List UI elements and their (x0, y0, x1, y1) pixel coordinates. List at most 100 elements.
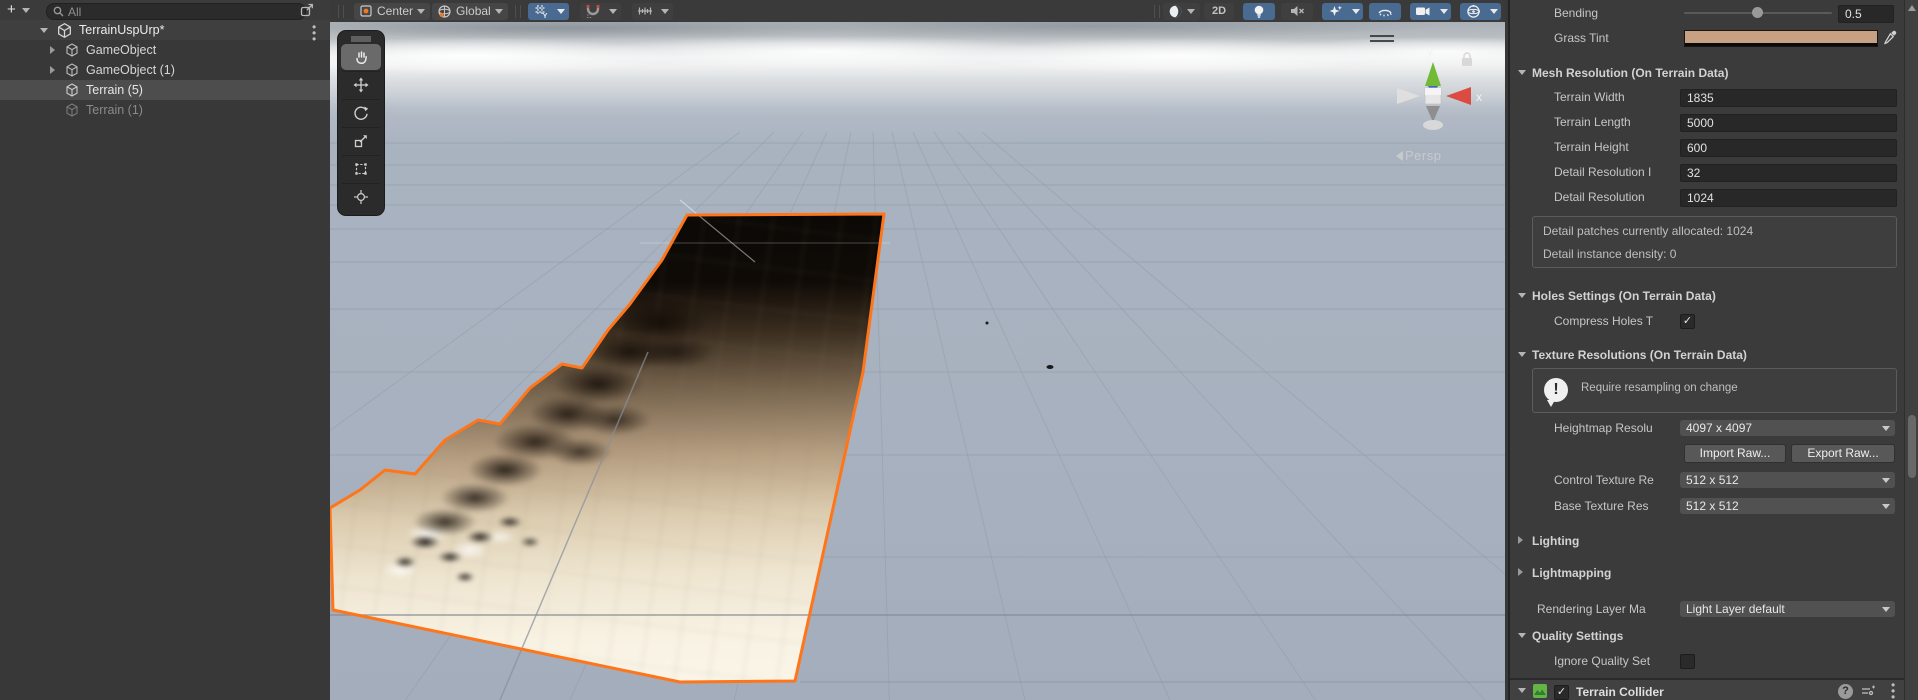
quality-settings-section[interactable]: Quality Settings (1510, 627, 1906, 645)
ignore-quality-checkbox[interactable] (1680, 654, 1695, 669)
snap-increment-dropdown[interactable] (657, 2, 673, 20)
scene-viewport[interactable]: y x Persp (330, 22, 1505, 700)
bending-slider-handle[interactable] (1752, 7, 1763, 18)
dropdown-value: Light Layer default (1686, 602, 1785, 616)
rendering-layer-dropdown[interactable]: Light Layer default (1680, 601, 1895, 617)
scene-row[interactable]: TerrainUspUrp* • • • (0, 20, 330, 45)
section-title: Holes Settings (On Terrain Data) (1532, 289, 1716, 303)
snap-toggle[interactable] (579, 2, 606, 20)
projection-mode-button[interactable]: Persp (1396, 148, 1441, 163)
foldout-icon[interactable] (50, 66, 55, 74)
transform-icon (354, 190, 368, 204)
foldout-closed-icon[interactable] (1518, 536, 1523, 544)
foldout-open-icon[interactable] (1518, 70, 1526, 75)
camera-settings-button[interactable] (1410, 2, 1436, 20)
control-texture-dropdown[interactable]: 512 x 512 (1680, 472, 1895, 488)
scene-visibility-toggle[interactable] (1369, 2, 1401, 20)
create-object-dropdown-icon[interactable] (22, 8, 30, 13)
scene-lighting-toggle[interactable] (1243, 2, 1275, 20)
eyedropper-icon[interactable] (1882, 29, 1898, 46)
compress-holes-checkbox[interactable]: ✓ (1680, 314, 1695, 329)
transform-tool-button[interactable] (341, 184, 381, 210)
field-label: Heightmap Resolu (1554, 421, 1653, 435)
lightmapping-section[interactable]: Lightmapping (1510, 564, 1906, 582)
help-icon[interactable]: ? (1838, 684, 1853, 699)
terrain-length-field[interactable]: 5000 (1680, 114, 1897, 132)
foldout-open-icon[interactable] (1518, 293, 1526, 298)
scene-foldout-icon[interactable] (40, 27, 48, 33)
effects-toggle[interactable] (1322, 2, 1348, 20)
component-enabled-checkbox[interactable]: ✓ (1554, 685, 1569, 700)
lighting-section[interactable]: Lighting (1510, 532, 1906, 550)
tool-handle-rotation-button[interactable]: Global (432, 2, 508, 20)
detail-resolution-field[interactable]: 1024 (1680, 189, 1897, 207)
presets-icon[interactable] (1860, 684, 1875, 699)
light-bulb-icon (1254, 5, 1264, 18)
component-kebab-icon[interactable]: • • • (1891, 679, 1895, 700)
move-icon (353, 77, 369, 93)
foldout-icon[interactable] (50, 46, 55, 54)
field-label: Terrain Length (1554, 115, 1631, 129)
field-label: Terrain Height (1554, 140, 1629, 154)
grass-tint-row: Grass Tint (1510, 29, 1906, 47)
terrain-height-field[interactable]: 600 (1680, 139, 1897, 157)
detail-info-box: Detail patches currently allocated: 1024… (1532, 216, 1897, 268)
scroll-up-arrow-icon[interactable] (1908, 5, 1916, 11)
item-label: Terrain (5) (86, 83, 143, 97)
audio-mute-toggle[interactable] (1281, 2, 1313, 20)
shading-mode-button[interactable] (1163, 2, 1200, 20)
svg-text:Y: Y (542, 11, 547, 19)
control-texture-row: Control Texture Re 512 x 512 (1510, 471, 1906, 489)
scrollbar-thumb[interactable] (1908, 415, 1916, 478)
grid-dropdown[interactable] (553, 2, 569, 20)
detail-resolution-per-patch-field[interactable]: 32 (1680, 164, 1897, 182)
grid-visibility-toggle[interactable]: Y (527, 2, 554, 20)
camera-dropdown[interactable] (1436, 2, 1451, 20)
effects-dropdown[interactable] (1348, 2, 1363, 20)
detail-density-text: Detail instance density: 0 (1543, 247, 1677, 261)
scale-icon (354, 135, 367, 148)
base-texture-dropdown[interactable]: 512 x 512 (1680, 498, 1895, 514)
gizmos-toggle[interactable] (1460, 2, 1486, 20)
bending-value-field[interactable]: 0.5 (1838, 5, 1894, 23)
grid-axis-icon: Y (535, 5, 547, 19)
field-label: Control Texture Re (1554, 473, 1654, 487)
view-2d-toggle[interactable]: 2D (1204, 2, 1234, 20)
snap-dropdown[interactable] (605, 2, 621, 20)
foldout-open-icon[interactable] (1518, 688, 1526, 693)
foldout-closed-icon[interactable] (1518, 568, 1523, 576)
hierarchy-item-terrain-5-selected[interactable]: Terrain (5) (0, 80, 330, 100)
export-raw-button[interactable]: Export Raw... (1791, 444, 1895, 463)
grass-tint-swatch[interactable] (1684, 30, 1878, 47)
rect-tool-button[interactable] (341, 156, 381, 182)
hierarchy-item-gameobject-1[interactable]: GameObject (1) (0, 60, 330, 80)
overlay-drag-handle[interactable] (351, 36, 371, 42)
heightmap-resolution-row: Heightmap Resolu 4097 x 4097 (1510, 419, 1906, 437)
gizmos-dropdown[interactable] (1486, 2, 1501, 20)
scale-tool-button[interactable] (341, 128, 381, 154)
hierarchy-item-gameobject[interactable]: GameObject (0, 40, 330, 60)
overlay-menu-handle[interactable] (1370, 35, 1394, 42)
terrain-width-field[interactable]: 1835 (1680, 89, 1897, 107)
hierarchy-item-terrain-1-inactive[interactable]: Terrain (1) (0, 100, 330, 120)
tool-handle-pivot-button[interactable]: Center (354, 2, 431, 20)
base-texture-row: Base Texture Res 512 x 512 (1510, 497, 1906, 515)
rotate-tool-button[interactable] (341, 100, 381, 126)
foldout-open-icon[interactable] (1518, 352, 1526, 357)
heightmap-resolution-dropdown[interactable]: 4097 x 4097 (1680, 420, 1895, 436)
texture-resolutions-section[interactable]: Texture Resolutions (On Terrain Data) (1510, 346, 1906, 364)
create-object-button[interactable]: + (7, 1, 16, 18)
holes-settings-section[interactable]: Holes Settings (On Terrain Data) (1510, 287, 1906, 305)
move-tool-button[interactable] (341, 72, 381, 98)
detail-resolution-per-patch-row: Detail Resolution I 32 (1510, 163, 1906, 182)
mesh-resolution-section[interactable]: Mesh Resolution (On Terrain Data) (1510, 64, 1906, 82)
terrain-collider-header[interactable]: ✓ Terrain Collider ? • • • (1510, 678, 1906, 700)
foldout-open-icon[interactable] (1518, 633, 1526, 638)
snap-increment-button[interactable] (631, 2, 658, 20)
pop-out-icon[interactable] (298, 1, 316, 22)
import-raw-button[interactable]: Import Raw... (1684, 444, 1786, 463)
hierarchy-search-input[interactable]: All (46, 3, 306, 20)
resample-warning-box: ! Require resampling on change (1532, 368, 1897, 413)
inspector-scrollbar[interactable] (1904, 0, 1918, 700)
hand-tool-button[interactable] (341, 44, 381, 70)
